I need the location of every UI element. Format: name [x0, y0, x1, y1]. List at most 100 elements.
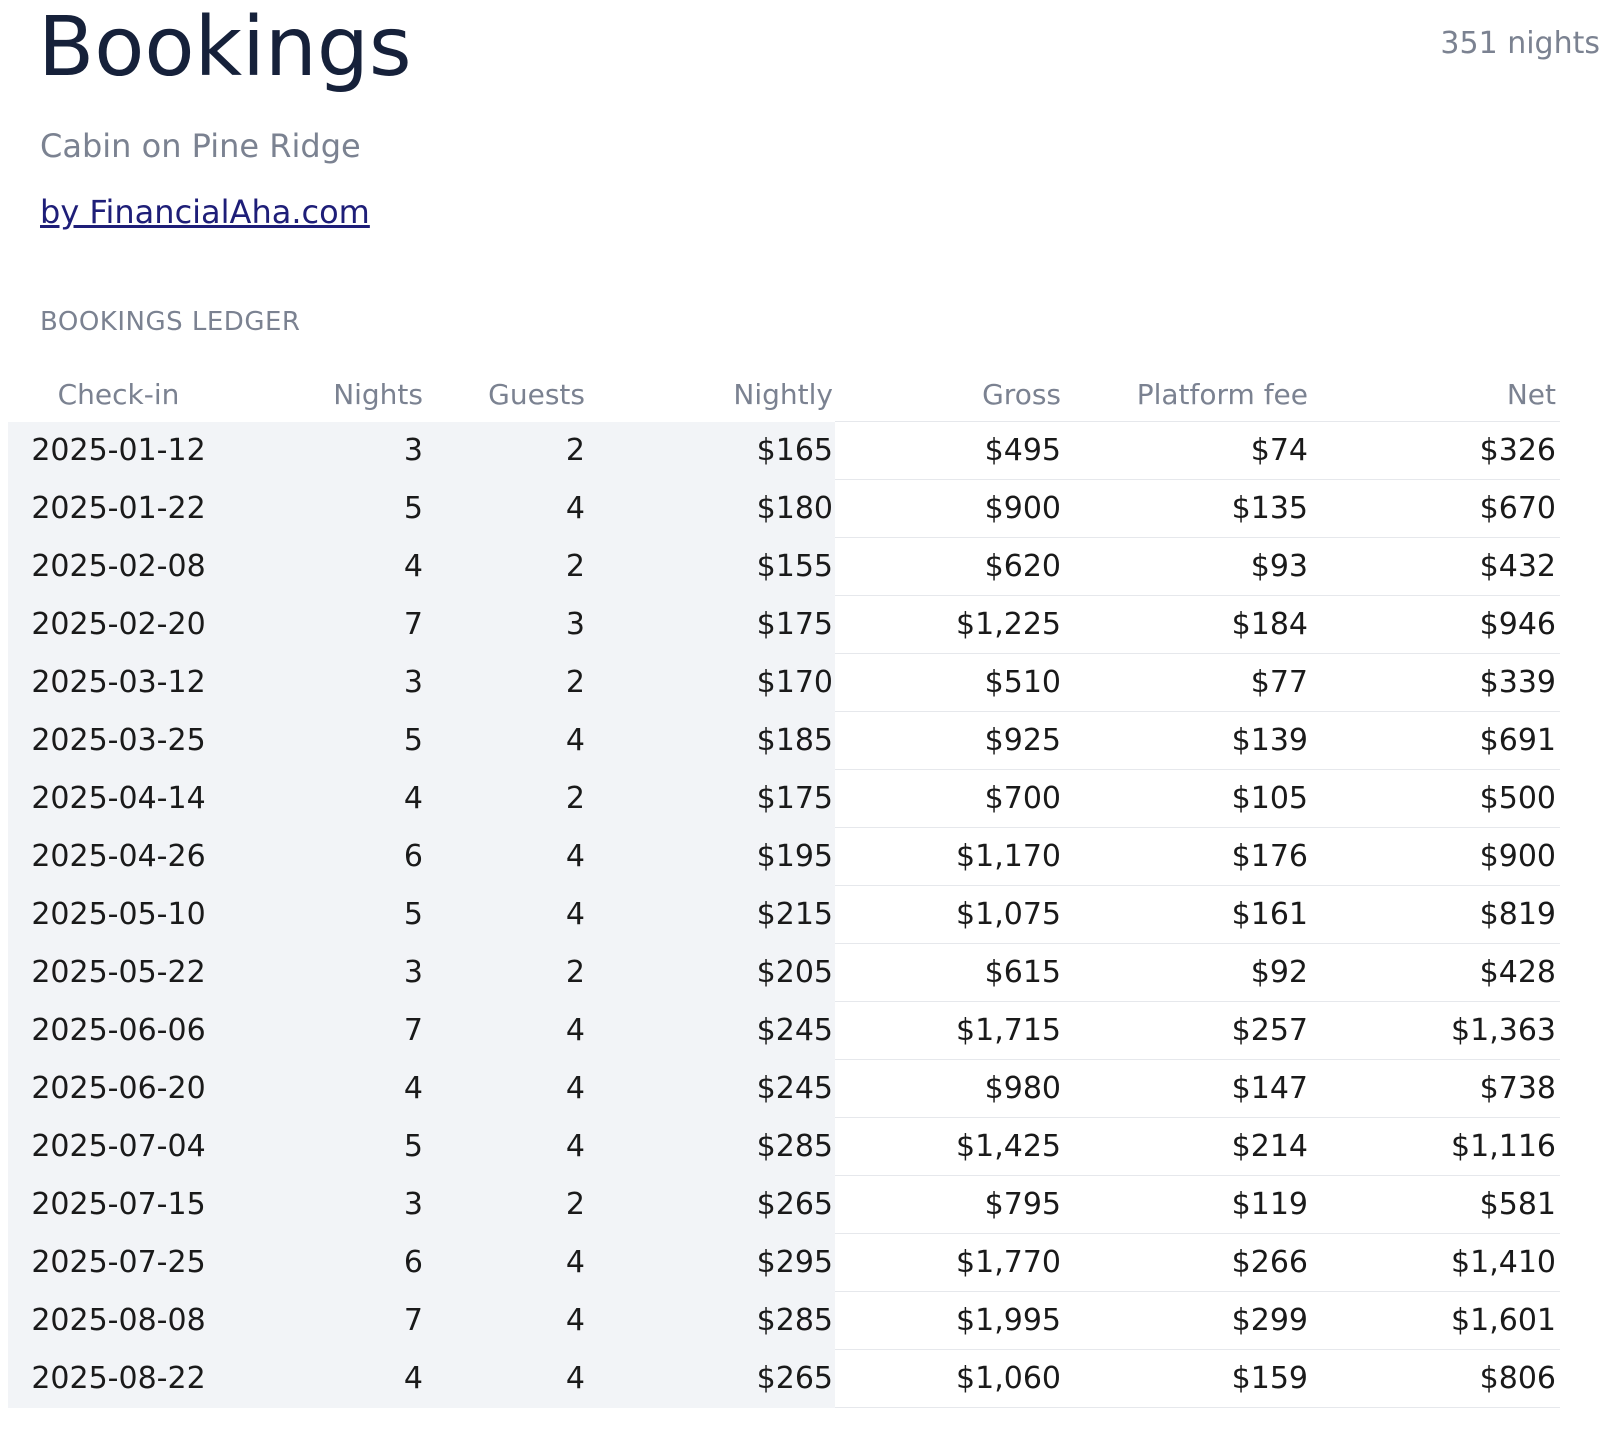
- table-row: 2025-02-20 7 3 $175 $1,225 $184 $946: [8, 595, 1560, 654]
- cell-nights: 7: [229, 1002, 425, 1060]
- cell-net: $428: [1310, 943, 1560, 1002]
- page-title: Bookings: [38, 0, 412, 95]
- cell-gross: $620: [835, 537, 1063, 596]
- cell-nightly: $245: [587, 1060, 835, 1118]
- section-label: BOOKINGS LEDGER: [40, 307, 301, 337]
- cell-net: $326: [1310, 421, 1560, 480]
- table-row: 2025-04-14 4 2 $175 $700 $105 $500: [8, 769, 1560, 828]
- cell-guests: 4: [425, 828, 587, 886]
- cell-nightly: $195: [587, 828, 835, 886]
- table-row: 2025-01-12 3 2 $165 $495 $74 $326: [8, 421, 1560, 480]
- cell-platform-fee: $176: [1063, 827, 1310, 886]
- cell-platform-fee: $184: [1063, 595, 1310, 654]
- cell-gross: $1,715: [835, 1001, 1063, 1060]
- cell-check-in: 2025-03-25: [8, 712, 229, 770]
- cell-net: $581: [1310, 1175, 1560, 1234]
- cell-nightly: $170: [587, 654, 835, 712]
- table-row: 2025-05-10 5 4 $215 $1,075 $161 $819: [8, 885, 1560, 944]
- table-row: 2025-07-04 5 4 $285 $1,425 $214 $1,116: [8, 1117, 1560, 1176]
- cell-nightly: $185: [587, 712, 835, 770]
- cell-platform-fee: $299: [1063, 1291, 1310, 1350]
- cell-platform-fee: $257: [1063, 1001, 1310, 1060]
- cell-gross: $795: [835, 1175, 1063, 1234]
- cell-net: $1,601: [1310, 1291, 1560, 1350]
- cell-guests: 3: [425, 596, 587, 654]
- cell-nightly: $285: [587, 1292, 835, 1350]
- cell-gross: $1,995: [835, 1291, 1063, 1350]
- credit-link[interactable]: by FinancialAha.com: [40, 192, 370, 232]
- column-header-nights: Nights: [333, 377, 423, 411]
- cell-gross: $1,060: [835, 1349, 1063, 1408]
- cell-nights: 3: [229, 944, 425, 1002]
- cell-nights: 3: [229, 1176, 425, 1234]
- cell-nights: 7: [229, 596, 425, 654]
- cell-platform-fee: $119: [1063, 1175, 1310, 1234]
- cell-net: $691: [1310, 711, 1560, 770]
- cell-gross: $1,425: [835, 1117, 1063, 1176]
- cell-check-in: 2025-02-08: [8, 538, 229, 596]
- cell-nightly: $245: [587, 1002, 835, 1060]
- cell-net: $738: [1310, 1059, 1560, 1118]
- cell-platform-fee: $214: [1063, 1117, 1310, 1176]
- cell-gross: $700: [835, 769, 1063, 828]
- cell-guests: 4: [425, 1350, 587, 1408]
- cell-nights: 4: [229, 538, 425, 596]
- cell-guests: 2: [425, 654, 587, 712]
- table-row: 2025-08-22 4 4 $265 $1,060 $159 $806: [8, 1349, 1560, 1408]
- cell-nights: 6: [229, 828, 425, 886]
- cell-check-in: 2025-06-06: [8, 1002, 229, 1060]
- cell-platform-fee: $92: [1063, 943, 1310, 1002]
- cell-net: $946: [1310, 595, 1560, 654]
- cell-platform-fee: $161: [1063, 885, 1310, 944]
- cell-platform-fee: $159: [1063, 1349, 1310, 1408]
- cell-check-in: 2025-02-20: [8, 596, 229, 654]
- column-header-gross: Gross: [982, 377, 1061, 411]
- cell-guests: 4: [425, 712, 587, 770]
- cell-nights: 7: [229, 1292, 425, 1350]
- cell-net: $1,116: [1310, 1117, 1560, 1176]
- table-row: 2025-08-08 7 4 $285 $1,995 $299 $1,601: [8, 1291, 1560, 1350]
- cell-nightly: $205: [587, 944, 835, 1002]
- cell-check-in: 2025-07-25: [8, 1234, 229, 1292]
- cell-nights: 6: [229, 1234, 425, 1292]
- cell-check-in: 2025-08-08: [8, 1292, 229, 1350]
- cell-gross: $1,770: [835, 1233, 1063, 1292]
- cell-net: $432: [1310, 537, 1560, 596]
- bookings-ledger-table: Check-in Nights Guests Nightly Gross Pla…: [8, 366, 1560, 1408]
- cell-platform-fee: $139: [1063, 711, 1310, 770]
- cell-nights: 5: [229, 480, 425, 538]
- column-header-guests: Guests: [488, 377, 585, 411]
- column-header-net: Net: [1506, 377, 1556, 411]
- cell-net: $806: [1310, 1349, 1560, 1408]
- cell-platform-fee: $77: [1063, 653, 1310, 712]
- cell-check-in: 2025-05-10: [8, 886, 229, 944]
- cell-nightly: $155: [587, 538, 835, 596]
- cell-net: $900: [1310, 827, 1560, 886]
- cell-platform-fee: $105: [1063, 769, 1310, 828]
- cell-check-in: 2025-03-12: [8, 654, 229, 712]
- table-row: 2025-04-26 6 4 $195 $1,170 $176 $900: [8, 827, 1560, 886]
- cell-guests: 2: [425, 770, 587, 828]
- cell-nightly: $180: [587, 480, 835, 538]
- cell-check-in: 2025-01-22: [8, 480, 229, 538]
- table-row: 2025-06-06 7 4 $245 $1,715 $257 $1,363: [8, 1001, 1560, 1060]
- cell-gross: $925: [835, 711, 1063, 770]
- column-header-check-in: Check-in: [57, 377, 180, 411]
- cell-nightly: $175: [587, 596, 835, 654]
- cell-gross: $495: [835, 421, 1063, 480]
- cell-guests: 4: [425, 886, 587, 944]
- cell-net: $1,410: [1310, 1233, 1560, 1292]
- table-row: 2025-06-20 4 4 $245 $980 $147 $738: [8, 1059, 1560, 1118]
- table-row: 2025-03-12 3 2 $170 $510 $77 $339: [8, 653, 1560, 712]
- cell-nightly: $285: [587, 1118, 835, 1176]
- cell-gross: $900: [835, 479, 1063, 538]
- cell-check-in: 2025-05-22: [8, 944, 229, 1002]
- cell-guests: 4: [425, 1292, 587, 1350]
- cell-check-in: 2025-07-15: [8, 1176, 229, 1234]
- cell-nightly: $165: [587, 422, 835, 480]
- cell-nights: 5: [229, 712, 425, 770]
- cell-gross: $510: [835, 653, 1063, 712]
- cell-platform-fee: $266: [1063, 1233, 1310, 1292]
- cell-guests: 2: [425, 944, 587, 1002]
- cell-check-in: 2025-08-22: [8, 1350, 229, 1408]
